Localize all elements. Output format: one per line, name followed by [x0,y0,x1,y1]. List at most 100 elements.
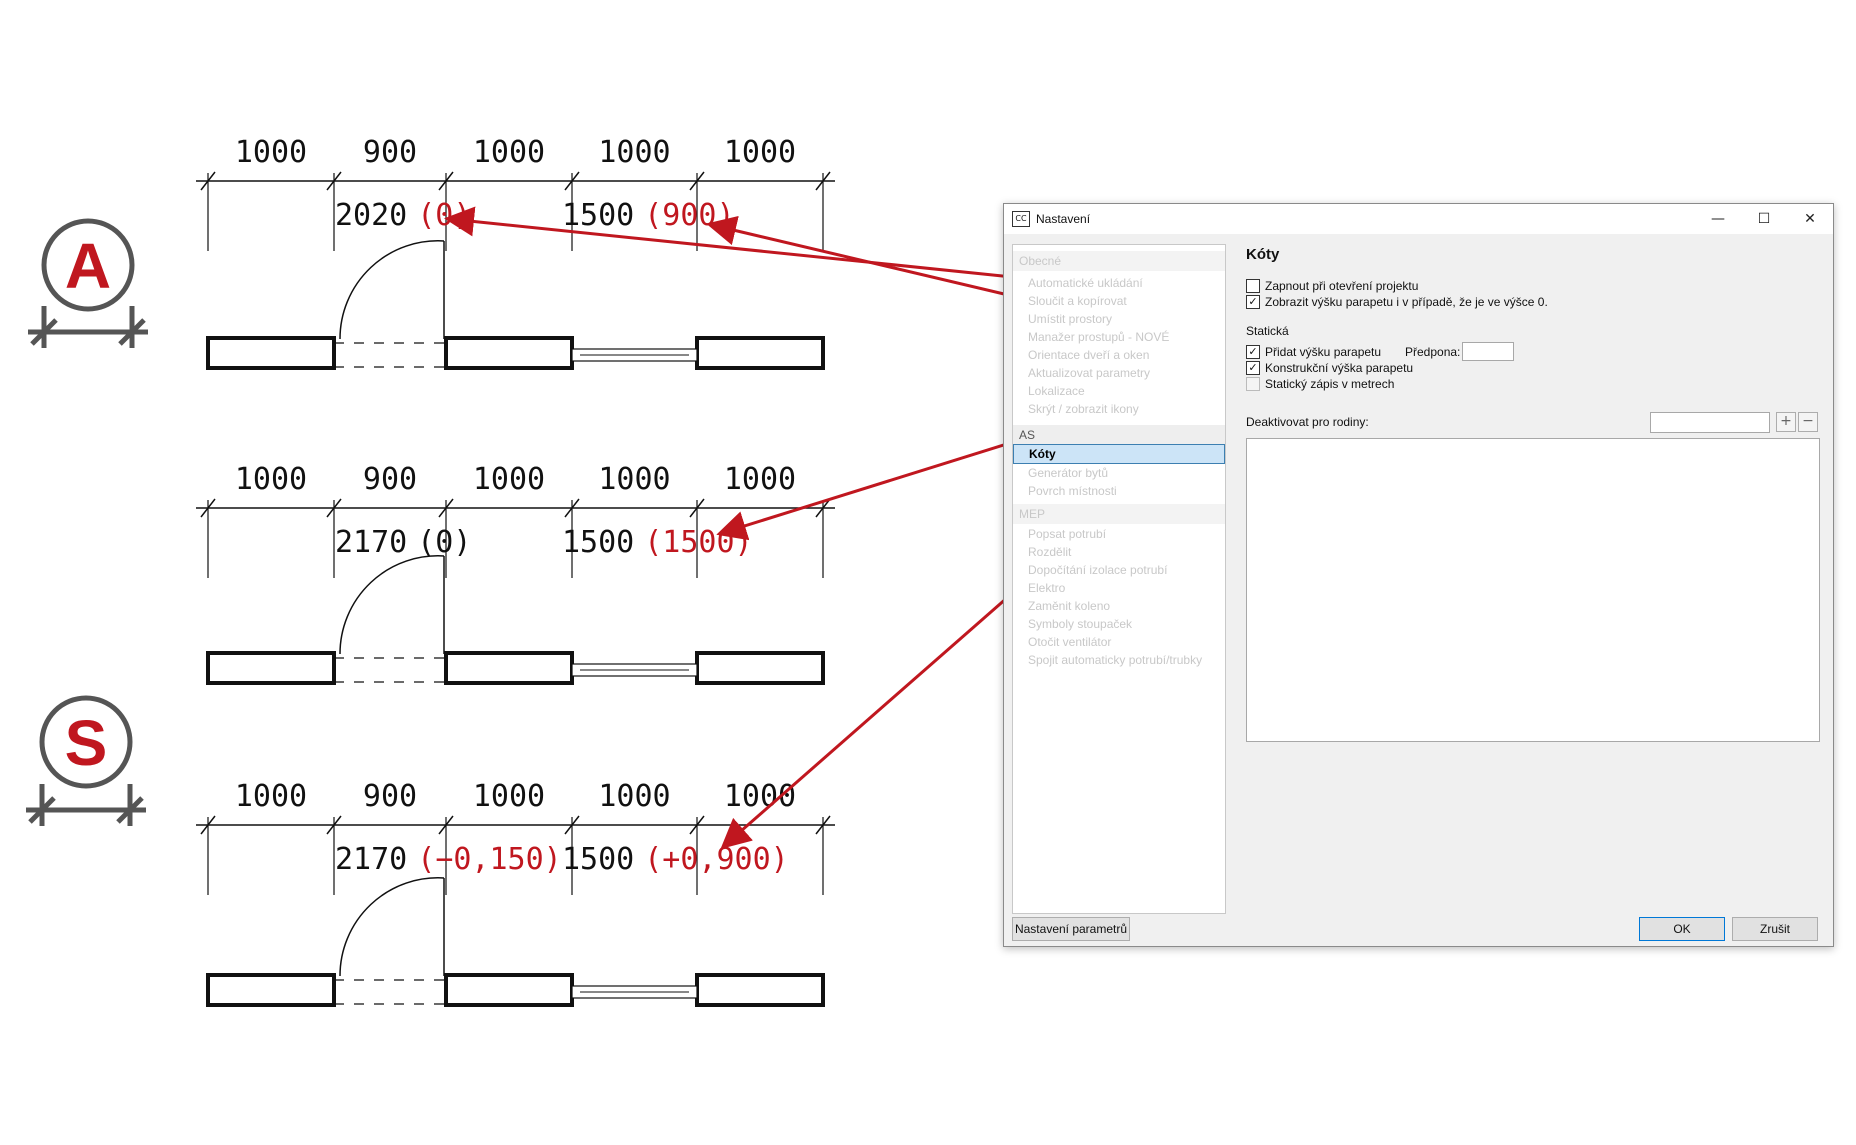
door-height-label-value: 2170 [335,842,407,877]
window-height-label-value: 1500 [562,525,634,560]
dimension-row: 1000 900 1000 1000 1000 2020 (0) 1500 (900) [196,135,835,370]
minimize-button[interactable]: — [1695,204,1741,234]
checkbox-construction-parapet[interactable]: ✓ [1246,361,1260,375]
wall-segment [695,973,825,1007]
app-icon: CC [1012,211,1030,227]
cancel-button[interactable]: Zrušit [1732,917,1818,941]
nav-item[interactable]: Otočit ventilátor [1013,632,1225,652]
parameter-settings-button[interactable]: Nastavení parametrů [1012,917,1130,941]
dimension-label: 1000 [724,779,796,814]
window-height-label-value: 1500 [562,198,634,233]
option-label: Zapnout při otevření projektu [1265,279,1419,293]
wall-segment [695,651,825,685]
option-label: Statický zápis v metrech [1265,377,1395,391]
dimension-label: 1000 [473,779,545,814]
dimension-label: 1000 [724,462,796,497]
nav-group[interactable]: AS [1013,425,1225,445]
wall-segment [206,651,336,685]
nav-item[interactable]: Automatické ukládání [1013,273,1225,293]
door-height-label: 2170 (−0,150) [335,842,562,877]
nav-item[interactable]: Orientace dveří a oken [1013,345,1225,365]
checkbox-static-meters[interactable] [1246,377,1260,391]
door-height-label-extra: (0) [417,525,471,560]
dimension-row: 1000 900 1000 1000 1000 2170 (0) 1500 (1500) [196,462,835,685]
nav-item[interactable]: Lokalizace [1013,381,1225,401]
nav-item[interactable]: Rozdělit [1013,542,1225,562]
dialog-titlebar[interactable]: CC Nastavení — ☐ ✕ [1004,204,1833,234]
settings-nav-tree: Obecné Automatické ukládání Sloučit a kopí… [1012,244,1226,914]
nav-item[interactable]: Sloučit a kopírovat [1013,291,1225,311]
option-enable-on-open[interactable]: Zapnout při otevření projektu [1246,278,1418,294]
section-title: Kóty [1246,246,1280,263]
nav-group[interactable]: MEP [1013,504,1225,524]
option-static-meters[interactable]: Statický zápis v metrech [1246,376,1394,392]
nav-item[interactable]: Umístit prostory [1013,309,1225,329]
window-height-label-extra: (1500) [644,525,752,560]
nav-item[interactable]: Elektro [1013,578,1225,598]
dimension-row: 1000 900 1000 1000 1000 2170 (−0,150) 1500 (+0,9… [196,779,835,1007]
nav-item[interactable]: Povrch místnosti [1013,481,1225,501]
option-label: Zobrazit výšku parapetu i v případě, že … [1265,295,1548,309]
option-show-parapet-zero[interactable]: ✓ Zobrazit výšku parapetu i v případě, ž… [1246,294,1548,310]
nav-item[interactable]: Manažer prostupů - NOVÉ [1013,327,1225,347]
option-label: Přidat výšku parapetu [1265,345,1382,359]
door-swing-arc [339,555,445,655]
door-height-label: 2020 (0) [335,198,471,233]
dimension-label: 1000 [724,135,796,170]
wall-segment [444,336,574,370]
window-height-label: 1500 (900) [562,198,735,233]
option-add-parapet-height[interactable]: ✓ Přidat výšku parapetu [1246,344,1381,360]
door-height-label: 2170 (0) [335,525,471,560]
wall-segment [206,336,336,370]
checkbox-add-parapet-height[interactable]: ✓ [1246,345,1260,359]
nav-item[interactable]: Generátor bytů [1013,463,1225,483]
badge-letter: S [65,707,108,779]
nav-item[interactable]: Aktualizovat parametry [1013,363,1225,383]
dimension-label: 1000 [473,462,545,497]
dimension-label: 1000 [235,779,307,814]
door-height-label-extra: (0) [417,198,471,233]
nav-item[interactable]: Zaměnit koleno [1013,596,1225,616]
dialog-title: Nastavení [1036,212,1091,226]
door-height-label-value: 2020 [335,198,407,233]
wall-segment [444,973,574,1007]
prefix-label: Předpona: [1405,345,1461,359]
family-list[interactable] [1246,438,1820,742]
door-height-label-value: 2170 [335,525,407,560]
window-height-label: 1500 (1500) [562,525,753,560]
dimension-label: 1000 [473,135,545,170]
dimension-label: 900 [363,135,417,170]
ok-button[interactable]: OK [1639,917,1725,941]
window-height-label-extra: (+0,900) [644,842,789,877]
checkbox-enable-on-open[interactable] [1246,279,1260,293]
door-height-label-extra: (−0,150) [417,842,562,877]
window-height-label: 1500 (+0,900) [562,842,789,877]
nav-item[interactable]: Dopočítání izolace potrubí [1013,560,1225,580]
nav-item[interactable]: Symboly stoupaček [1013,614,1225,634]
prefix-input[interactable] [1462,342,1514,361]
close-button[interactable]: ✕ [1787,204,1833,234]
settings-dialog: CC Nastavení — ☐ ✕ Obecné Automatické ukl… [1003,203,1834,947]
nav-item[interactable]: Kóty [1013,444,1225,464]
static-heading: Statická [1246,324,1289,338]
deactivate-label: Deaktivovat pro rodiny: [1246,415,1369,429]
wall-segment [695,336,825,370]
dimension-label: 1000 [235,135,307,170]
add-family-button[interactable]: + [1776,412,1796,432]
wall-segment [206,973,336,1007]
dimension-label: 900 [363,462,417,497]
option-construction-parapet[interactable]: ✓ Konstrukční výška parapetu [1246,360,1413,376]
window-height-label-value: 1500 [562,842,634,877]
nav-item[interactable]: Skrýt / zobrazit ikony [1013,399,1225,419]
door-swing-arc [339,877,445,977]
maximize-button[interactable]: ☐ [1741,204,1787,234]
nav-group[interactable]: Obecné [1013,251,1225,271]
family-filter-input[interactable] [1650,412,1770,433]
nav-item[interactable]: Popsat potrubí [1013,524,1225,544]
remove-family-button[interactable]: − [1798,412,1818,432]
option-label: Konstrukční výška parapetu [1265,361,1414,375]
badge-letter: A [65,230,111,302]
dimension-label: 1000 [598,462,670,497]
nav-item[interactable]: Spojit automaticky potrubí/trubky [1013,650,1225,670]
checkbox-show-parapet-zero[interactable]: ✓ [1246,295,1260,309]
